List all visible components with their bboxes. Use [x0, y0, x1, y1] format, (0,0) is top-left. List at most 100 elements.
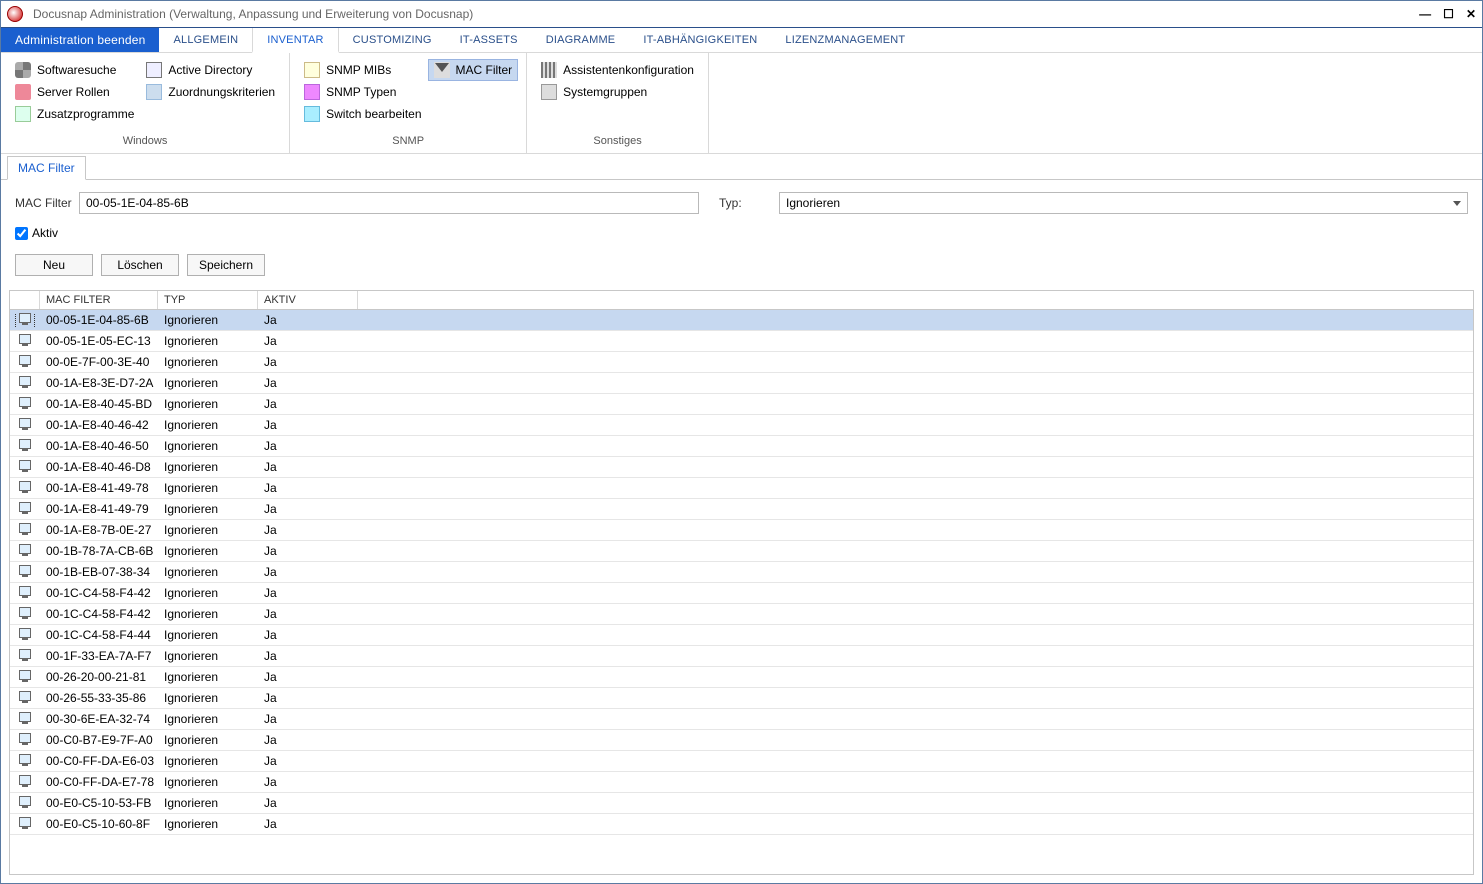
- table-row[interactable]: 00-1A-E8-3E-D7-2AIgnorierenJa: [10, 373, 1473, 394]
- computer-icon: [17, 649, 33, 663]
- table-row[interactable]: 00-26-55-33-35-86IgnorierenJa: [10, 688, 1473, 709]
- table-row[interactable]: 00-C0-B7-E9-7F-A0IgnorierenJa: [10, 730, 1473, 751]
- row-mac: 00-1C-C4-58-F4-44: [40, 628, 158, 642]
- ribbon-item-server-rollen[interactable]: Server Rollen: [9, 81, 140, 103]
- table-row[interactable]: 00-1A-E8-41-49-78IgnorierenJa: [10, 478, 1473, 499]
- computer-icon: [17, 502, 33, 516]
- row-mac: 00-1B-EB-07-38-34: [40, 565, 158, 579]
- menu-inventar[interactable]: INVENTAR: [252, 28, 338, 53]
- menu-it-assets[interactable]: IT-ASSETS: [446, 28, 532, 52]
- row-mac: 00-1C-C4-58-F4-42: [40, 607, 158, 621]
- row-mac: 00-1A-E8-40-45-BD: [40, 397, 158, 411]
- grid-body[interactable]: 00-05-1E-04-85-6BIgnorierenJa00-05-1E-05…: [10, 310, 1473, 874]
- close-icon[interactable]: ✕: [1466, 7, 1476, 21]
- minimize-icon[interactable]: —: [1419, 7, 1431, 21]
- neu-button[interactable]: Neu: [15, 254, 93, 276]
- table-row[interactable]: 00-C0-FF-DA-E6-03IgnorierenJa: [10, 751, 1473, 772]
- ribbon-item-assistentenkonfiguration[interactable]: Assistentenkonfiguration: [535, 59, 700, 81]
- ribbon-item-label: Switch bearbeiten: [326, 107, 421, 121]
- row-aktiv: Ja: [258, 586, 358, 600]
- table-row[interactable]: 00-30-6E-EA-32-74IgnorierenJa: [10, 709, 1473, 730]
- table-row[interactable]: 00-1A-E8-40-46-50IgnorierenJa: [10, 436, 1473, 457]
- speichern-button[interactable]: Speichern: [187, 254, 265, 276]
- row-icon-cell: [10, 481, 40, 495]
- computer-icon: [17, 733, 33, 747]
- row-mac: 00-E0-C5-10-60-8F: [40, 817, 158, 831]
- row-aktiv: Ja: [258, 733, 358, 747]
- table-row[interactable]: 00-E0-C5-10-60-8FIgnorierenJa: [10, 814, 1473, 835]
- row-aktiv: Ja: [258, 523, 358, 537]
- ribbon-item-systemgruppen[interactable]: Systemgruppen: [535, 81, 700, 103]
- ribbon-item-zuordnungskriterien[interactable]: Zuordnungskriterien: [140, 81, 281, 103]
- table-row[interactable]: 00-1B-EB-07-38-34IgnorierenJa: [10, 562, 1473, 583]
- table-row[interactable]: 00-1C-C4-58-F4-44IgnorierenJa: [10, 625, 1473, 646]
- table-row[interactable]: 00-1A-E8-40-45-BDIgnorierenJa: [10, 394, 1473, 415]
- table-row[interactable]: 00-1B-78-7A-CB-6BIgnorierenJa: [10, 541, 1473, 562]
- row-mac: 00-1A-E8-40-46-42: [40, 418, 158, 432]
- typ-select[interactable]: Ignorieren: [779, 192, 1468, 214]
- maximize-icon[interactable]: ☐: [1443, 7, 1454, 21]
- table-row[interactable]: 00-1A-E8-40-46-D8IgnorierenJa: [10, 457, 1473, 478]
- ribbon-item-label: Systemgruppen: [563, 85, 647, 99]
- row-aktiv: Ja: [258, 817, 358, 831]
- row-typ: Ignorieren: [158, 670, 258, 684]
- filter-icon: [434, 62, 450, 78]
- table-row[interactable]: 00-05-1E-05-EC-13IgnorierenJa: [10, 331, 1473, 352]
- menu-it-abhängigkeiten[interactable]: IT-ABHÄNGIGKEITEN: [629, 28, 771, 52]
- grid: MAC Filter Typ Aktiv 00-05-1E-04-85-6BIg…: [9, 290, 1474, 875]
- tab-mac-filter[interactable]: MAC Filter: [7, 156, 86, 180]
- table-row[interactable]: 00-1F-33-EA-7A-F7IgnorierenJa: [10, 646, 1473, 667]
- mac-filter-label: MAC Filter: [15, 196, 79, 210]
- header-aktiv[interactable]: Aktiv: [258, 291, 358, 309]
- typ-select-value: Ignorieren: [786, 196, 840, 210]
- ribbon-item-zusatzprogramme[interactable]: Zusatzprogramme: [9, 103, 140, 125]
- table-row[interactable]: 00-1A-E8-41-49-79IgnorierenJa: [10, 499, 1473, 520]
- admin-end-button[interactable]: Administration beenden: [1, 28, 159, 52]
- ad-icon: [146, 62, 162, 78]
- row-icon-cell: [10, 649, 40, 663]
- header-icon-col[interactable]: [10, 291, 40, 309]
- computer-icon: [17, 691, 33, 705]
- mac-filter-input[interactable]: [79, 192, 699, 214]
- aktiv-checkbox[interactable]: [15, 227, 28, 240]
- computer-icon: [17, 481, 33, 495]
- table-row[interactable]: 00-1C-C4-58-F4-42IgnorierenJa: [10, 583, 1473, 604]
- ribbon-group-windows: SoftwaresucheServer RollenZusatzprogramm…: [1, 53, 290, 153]
- row-mac: 00-30-6E-EA-32-74: [40, 712, 158, 726]
- ribbon-item-softwaresuche[interactable]: Softwaresuche: [9, 59, 140, 81]
- table-row[interactable]: 00-05-1E-04-85-6BIgnorierenJa: [10, 310, 1473, 331]
- ribbon-item-active-directory[interactable]: Active Directory: [140, 59, 281, 81]
- computer-icon: [17, 628, 33, 642]
- menu-allgemein[interactable]: ALLGEMEIN: [159, 28, 252, 52]
- table-row[interactable]: 00-1A-E8-7B-0E-27IgnorierenJa: [10, 520, 1473, 541]
- table-row[interactable]: 00-C0-FF-DA-E7-78IgnorierenJa: [10, 772, 1473, 793]
- computer-icon: [17, 355, 33, 369]
- table-row[interactable]: 00-26-20-00-21-81IgnorierenJa: [10, 667, 1473, 688]
- row-typ: Ignorieren: [158, 607, 258, 621]
- table-row[interactable]: 00-E0-C5-10-53-FBIgnorierenJa: [10, 793, 1473, 814]
- window-controls: — ☐ ✕: [1419, 7, 1476, 21]
- row-icon-cell: [10, 523, 40, 537]
- header-typ[interactable]: Typ: [158, 291, 258, 309]
- menu-customizing[interactable]: CUSTOMIZING: [339, 28, 446, 52]
- typ-label: Typ:: [719, 196, 779, 210]
- row-typ: Ignorieren: [158, 796, 258, 810]
- loeschen-button[interactable]: Löschen: [101, 254, 179, 276]
- ribbon-item-snmp-typen[interactable]: SNMP Typen: [298, 81, 427, 103]
- menu-diagramme[interactable]: DIAGRAMME: [532, 28, 630, 52]
- row-mac: 00-C0-FF-DA-E7-78: [40, 775, 158, 789]
- ribbon-item-snmp-mibs[interactable]: SNMP MIBs: [298, 59, 427, 81]
- header-mac[interactable]: MAC Filter: [40, 291, 158, 309]
- chevron-down-icon: [1453, 201, 1461, 206]
- table-row[interactable]: 00-0E-7F-00-3E-40IgnorierenJa: [10, 352, 1473, 373]
- row-typ: Ignorieren: [158, 397, 258, 411]
- ribbon-group-snmp: SNMP MIBsSNMP Typen Switch bearbeiten MAC …: [290, 53, 527, 153]
- table-row[interactable]: 00-1A-E8-40-46-42IgnorierenJa: [10, 415, 1473, 436]
- row-mac: 00-26-20-00-21-81: [40, 670, 158, 684]
- menu-lizenzmanagement[interactable]: LIZENZMANAGEMENT: [771, 28, 919, 52]
- table-row[interactable]: 00-1C-C4-58-F4-42IgnorierenJa: [10, 604, 1473, 625]
- row-typ: Ignorieren: [158, 817, 258, 831]
- ribbon-item-mac-filter[interactable]: MAC Filter: [428, 59, 519, 81]
- row-typ: Ignorieren: [158, 502, 258, 516]
- ribbon-item-switch-bearbeiten[interactable]: Switch bearbeiten: [298, 103, 427, 125]
